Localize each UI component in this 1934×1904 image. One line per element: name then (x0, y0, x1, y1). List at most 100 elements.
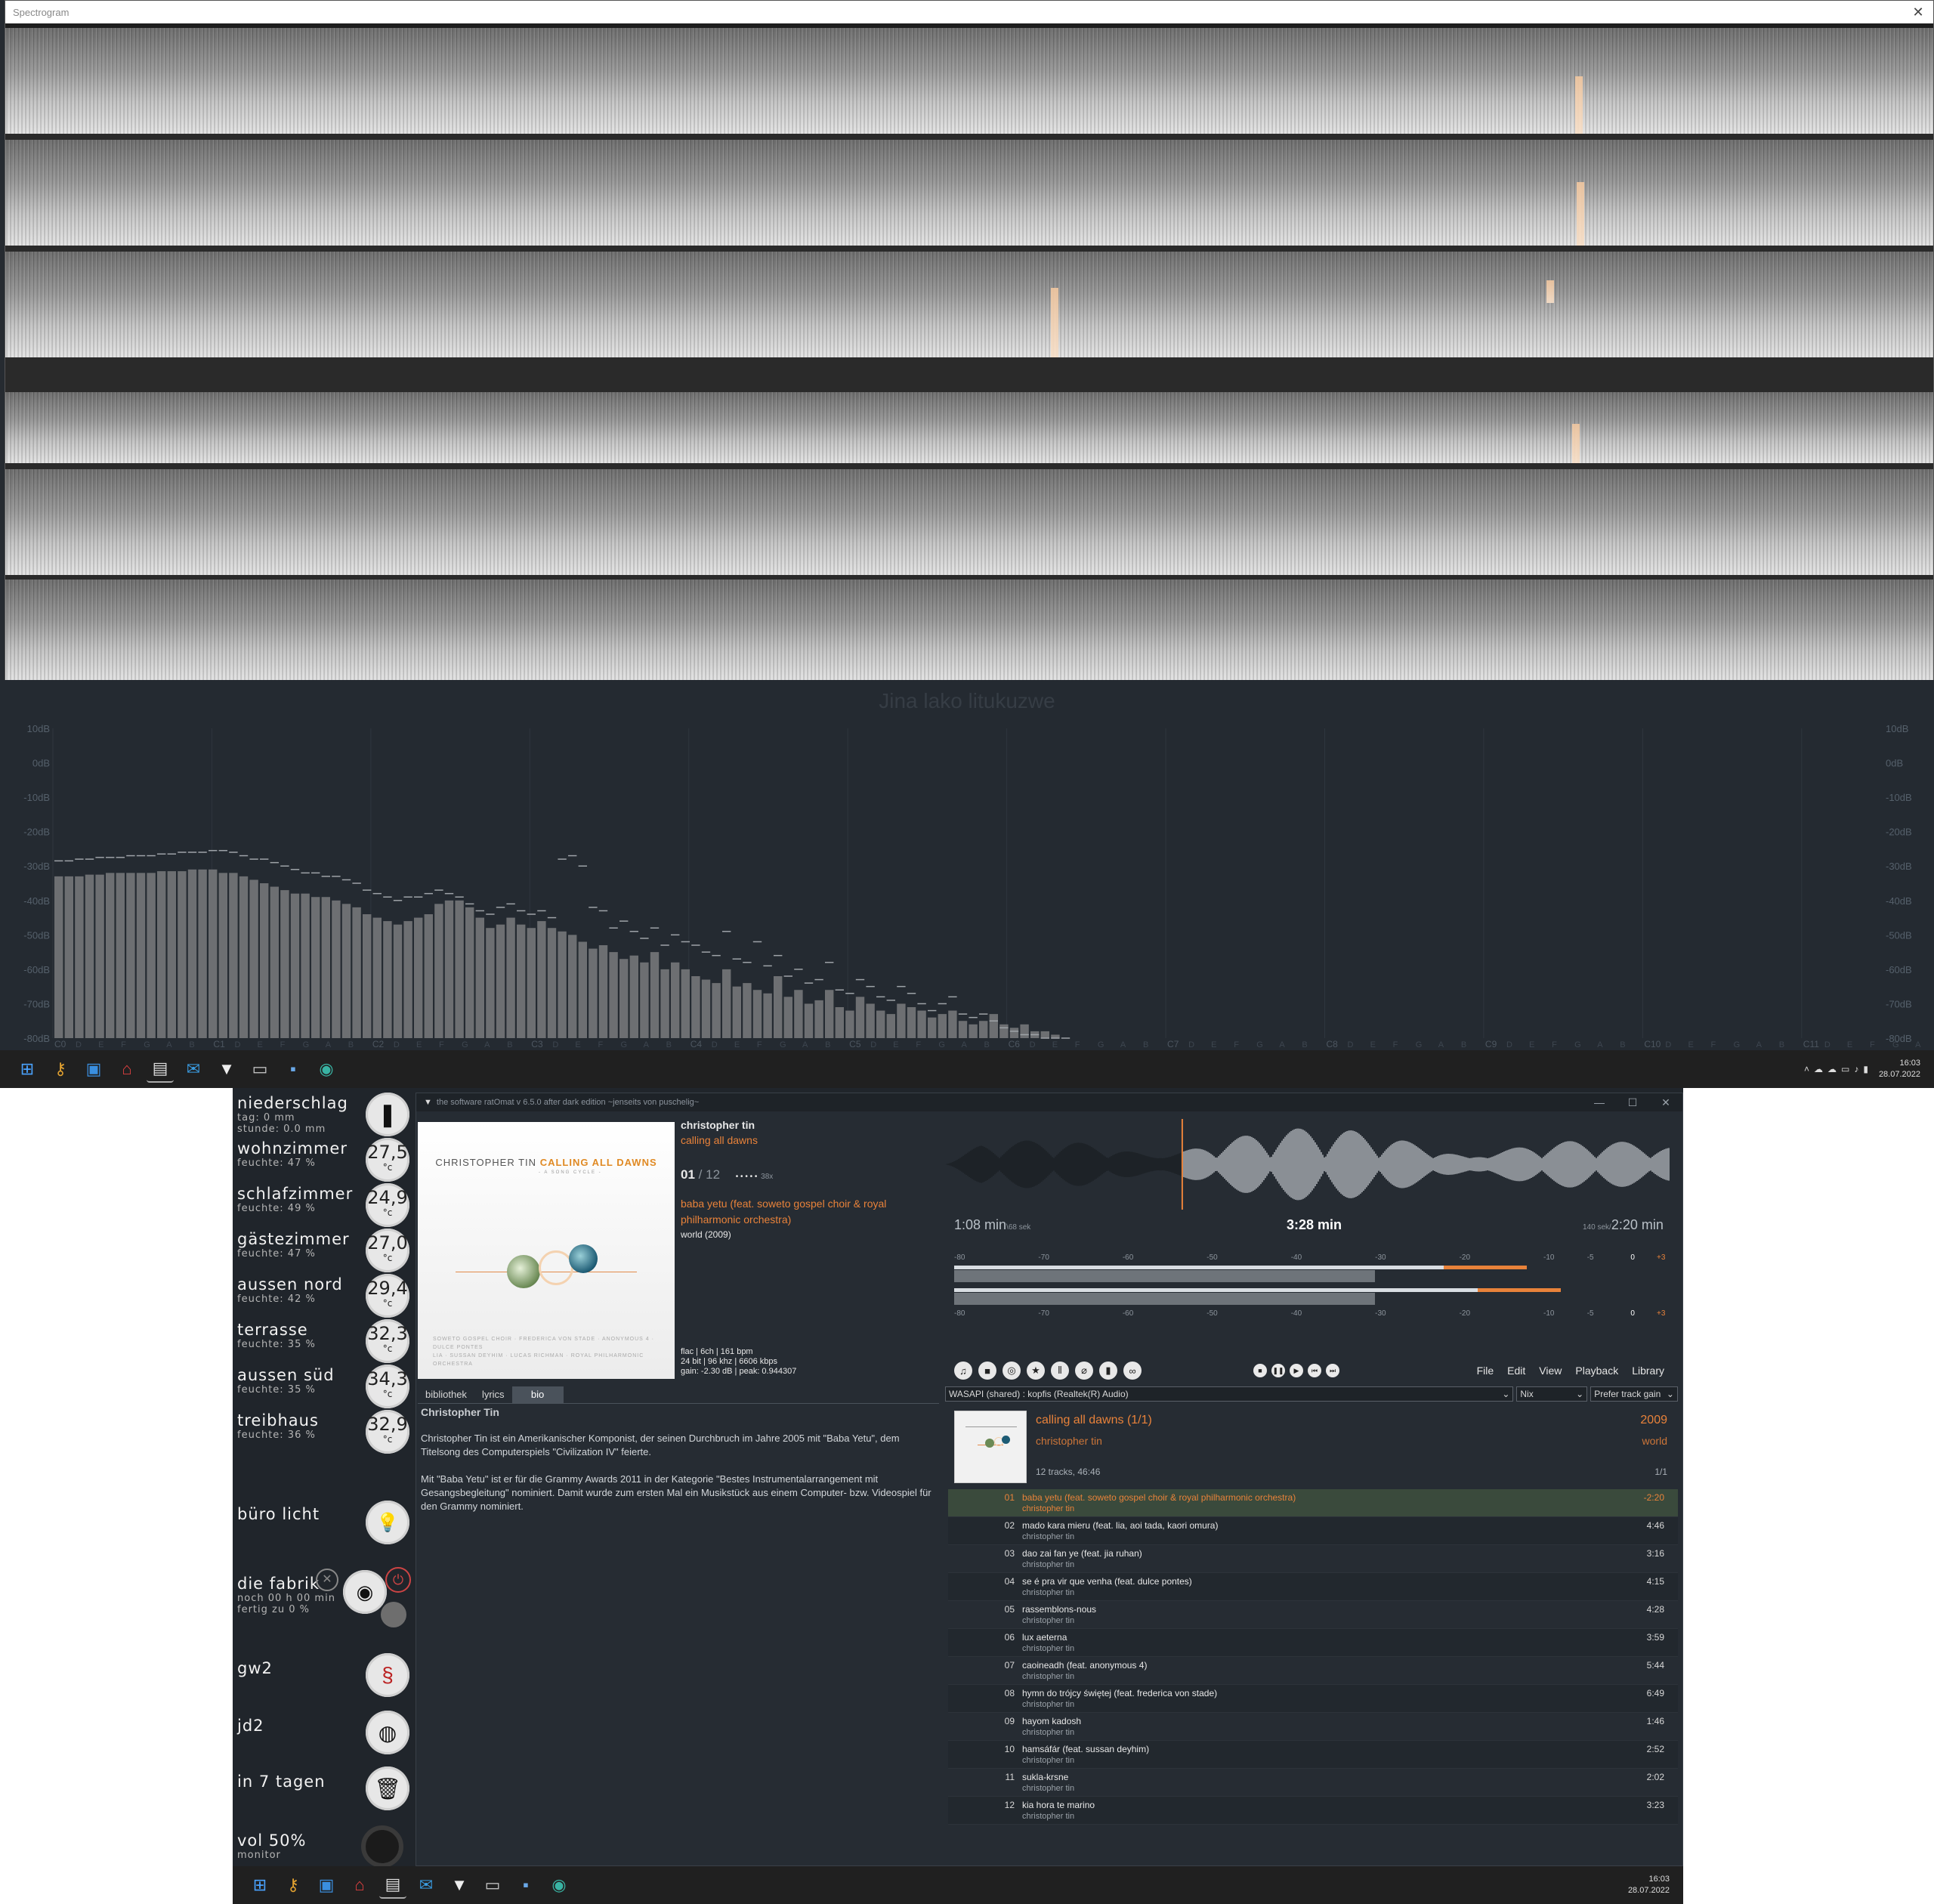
track-row[interactable]: 11 sukla-krsne christopher tin 2:02 (948, 1769, 1678, 1797)
menu-file[interactable]: File (1477, 1365, 1494, 1377)
album-header[interactable]: calling all dawns (1/1) christopher tin … (948, 1409, 1678, 1485)
home-icon[interactable]: ⌂ (346, 1872, 373, 1899)
system-tray[interactable]: ˄ ☁ ☁ ▭ ♪ ▮ (1804, 1064, 1868, 1074)
next-icon[interactable]: ⏭ (1326, 1364, 1339, 1377)
track-row[interactable]: 03 dao zai fan ye (feat. jia ruhan) christ… (948, 1545, 1678, 1573)
tab-lyrics[interactable]: lyrics (474, 1386, 512, 1403)
edge-icon[interactable]: ◉ (545, 1872, 573, 1899)
menu-view[interactable]: View (1539, 1365, 1562, 1377)
close-icon[interactable]: ✕ (1903, 5, 1933, 20)
prev-icon[interactable]: ⏮ (1308, 1364, 1321, 1377)
minimize-button[interactable]: — (1583, 1096, 1616, 1109)
spectrum-bar (393, 924, 403, 1038)
track-row[interactable]: 12 kia hora te marino christopher tin 3:23 (948, 1797, 1678, 1825)
speaker-icon[interactable]: ♪ (1854, 1064, 1858, 1074)
track-artist: christopher tin (1022, 1728, 1075, 1737)
save-icon[interactable]: ▪ (280, 1056, 307, 1083)
menu-library[interactable]: Library (1632, 1365, 1664, 1377)
spectrogram-channel-2 (5, 140, 1933, 246)
cloud-icon[interactable]: ☁ (1827, 1064, 1837, 1074)
track-row[interactable]: 05 rassemblons-nous christopher tin 4:28 (948, 1601, 1678, 1629)
eye-icon[interactable]: ◎ (1003, 1362, 1021, 1380)
volume-widget[interactable]: vol 50% monitor (237, 1822, 411, 1868)
terminal-icon[interactable]: ▭ (479, 1872, 506, 1899)
note-label: E (1847, 1040, 1852, 1049)
fox-icon[interactable]: ▼ (446, 1872, 473, 1899)
track-row[interactable]: 08 hymn do trójcy świętej (feat. frederic… (948, 1685, 1678, 1713)
lightbulb-icon[interactable]: 💡 (366, 1501, 409, 1544)
waveform-seekbar[interactable] (945, 1119, 1670, 1210)
cancel-icon[interactable]: ✕ (316, 1569, 338, 1591)
spectrum-bar (198, 869, 207, 1038)
player-titlebar[interactable]: ▼ the software ratOmat v 6.5.0 after dar… (416, 1093, 1682, 1111)
edge-icon[interactable]: ◉ (313, 1056, 340, 1083)
note-label: B (984, 1040, 990, 1049)
rainmeter-sidebar: niederschlag tag: 0 mm stunde: 0.0 mm ❚ … (233, 1088, 414, 1868)
meter-scale-label: 0 (1630, 1309, 1635, 1318)
tab-bibliothek[interactable]: bibliothek (418, 1386, 474, 1403)
power-icon[interactable]: ⏻ (385, 1567, 411, 1593)
windows-start-icon[interactable]: ⊞ (14, 1056, 41, 1083)
chart-icon[interactable]: ▮ (1099, 1362, 1117, 1380)
track-row[interactable]: 09 hayom kadosh christopher tin 1:46 (948, 1713, 1678, 1741)
window-icon[interactable]: ▣ (80, 1056, 107, 1083)
spectrogram-highlight (1051, 288, 1058, 357)
close-button[interactable]: ✕ (1649, 1096, 1682, 1109)
player-icon[interactable]: ▤ (147, 1056, 174, 1083)
maximize-button[interactable]: ☐ (1616, 1096, 1649, 1109)
tracklist: 01 baba yetu (feat. soweto gospel choir &… (948, 1489, 1678, 1825)
home-icon[interactable]: ⌂ (113, 1056, 141, 1083)
volume-knob[interactable] (361, 1825, 403, 1868)
jd2-launcher[interactable]: jd2 ◍ (237, 1709, 411, 1754)
mail-icon[interactable]: ✉ (180, 1056, 207, 1083)
player-icon[interactable]: ▤ (379, 1872, 406, 1899)
battery-icon[interactable]: ▮ (1863, 1064, 1868, 1074)
windows-start-icon[interactable]: ⊞ (246, 1872, 273, 1899)
fox-icon[interactable]: ▼ (213, 1056, 240, 1083)
rating-icon[interactable]: • • • • • (736, 1173, 758, 1181)
track-number: 04 (1004, 1576, 1015, 1587)
gw2-launcher[interactable]: gw2 § (237, 1652, 411, 1697)
key-icon[interactable]: ⚷ (47, 1056, 74, 1083)
taskbar-clock[interactable]: 16:03 28.07.2022 (1628, 1874, 1670, 1896)
track-artist: christopher tin (1022, 1672, 1075, 1681)
replaygain-select[interactable]: Prefer track gain ⌄ (1590, 1386, 1678, 1402)
camera-icon[interactable]: ◉ (343, 1570, 387, 1614)
taskbar-clock[interactable]: 16:03 28.07.2022 (1879, 1058, 1920, 1080)
track-row[interactable]: 06 lux aeterna christopher tin 3:59 (948, 1629, 1678, 1657)
key-icon[interactable]: ⚷ (280, 1872, 307, 1899)
save-icon[interactable]: ▪ (512, 1872, 539, 1899)
window-icon[interactable]: ▣ (313, 1872, 340, 1899)
globe-icon[interactable]: ◍ (366, 1711, 409, 1754)
star-icon[interactable]: ★ (1027, 1362, 1045, 1380)
spectrogram-titlebar[interactable]: Spectrogram ✕ (5, 1, 1933, 23)
track-row[interactable]: 04 se é pra vir que venha (feat. dulce po… (948, 1573, 1678, 1601)
stop-icon[interactable]: ■ (1253, 1364, 1267, 1377)
equalizer-icon[interactable]: ⫴ (1051, 1362, 1069, 1380)
mail-icon[interactable]: ✉ (412, 1872, 440, 1899)
terminal-icon[interactable]: ▭ (246, 1056, 273, 1083)
play-icon[interactable]: ▶ (1290, 1364, 1303, 1377)
chevron-up-icon[interactable]: ˄ (1804, 1064, 1809, 1074)
link-icon[interactable]: ∞ (1123, 1362, 1142, 1380)
track-row[interactable]: 01 baba yetu (feat. soweto gospel choir &… (948, 1489, 1678, 1517)
office-light-widget[interactable]: büro licht 💡 (237, 1494, 411, 1544)
dragon-icon[interactable]: § (366, 1653, 409, 1697)
music-note-icon[interactable]: ♫ (954, 1362, 972, 1380)
track-title: lux aeterna (1022, 1632, 1067, 1643)
dsp-select[interactable]: Nix ⌄ (1516, 1386, 1588, 1402)
track-row[interactable]: 02 mado kara mieru (feat. lia, aoi tada, … (948, 1517, 1678, 1545)
pause-icon[interactable]: ❚❚ (1271, 1364, 1285, 1377)
clip-icon[interactable]: ⌀ (1075, 1362, 1093, 1380)
tab-bio[interactable]: bio (511, 1386, 564, 1403)
menu-edit[interactable]: Edit (1507, 1365, 1525, 1377)
network-icon[interactable]: ▭ (1841, 1064, 1849, 1074)
cloud-icon[interactable]: ☁ (1814, 1064, 1823, 1074)
spectrum-bar (609, 952, 618, 1038)
track-row[interactable]: 10 hamsáfár (feat. sussan deyhim) christop… (948, 1741, 1678, 1769)
output-device-select[interactable]: WASAPI (shared) : kopfis (Realtek(R) Aud… (945, 1386, 1514, 1402)
chevron-down-icon: ⌄ (1576, 1389, 1584, 1399)
track-row[interactable]: 07 caoineadh (feat. anonymous 4) christoph… (948, 1657, 1678, 1685)
menu-playback[interactable]: Playback (1575, 1365, 1618, 1377)
stop-square-icon[interactable]: ■ (978, 1362, 996, 1380)
